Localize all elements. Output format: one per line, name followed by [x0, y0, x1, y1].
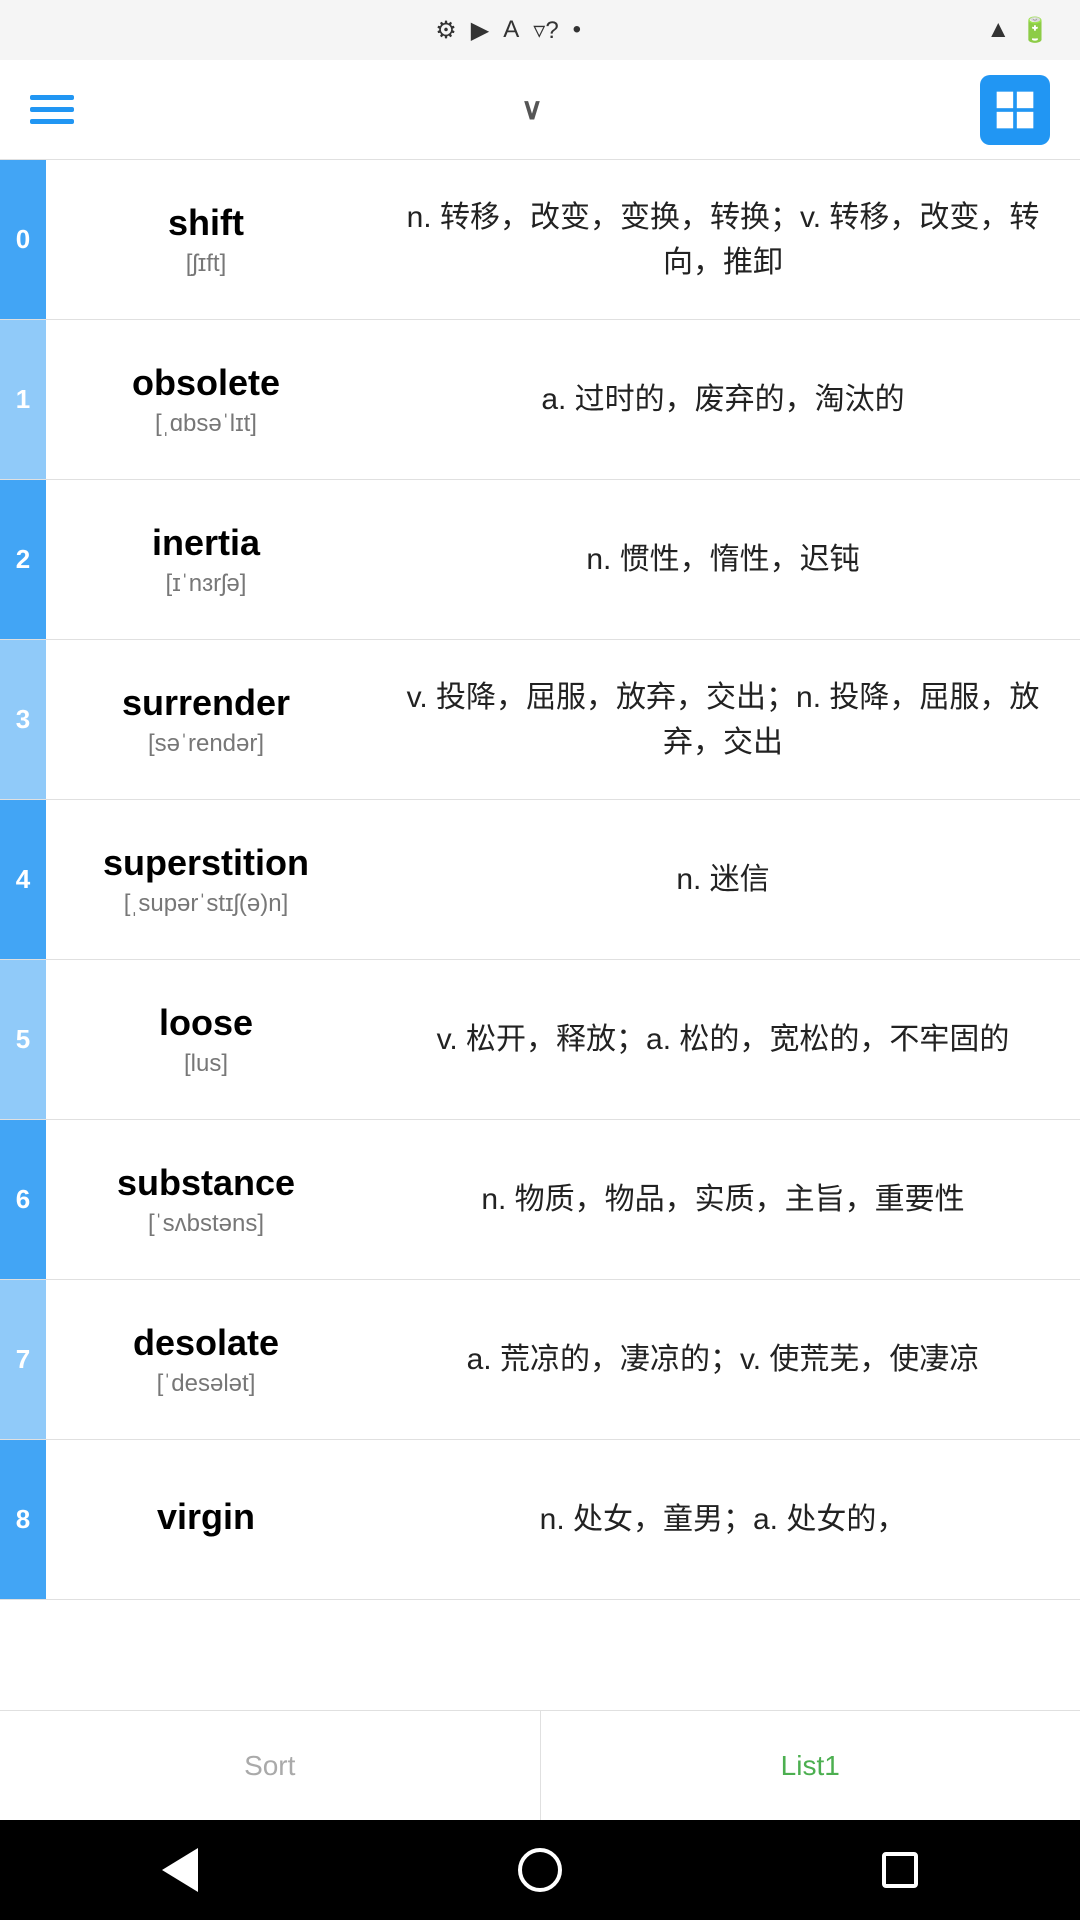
- word-text: substance: [117, 1162, 295, 1204]
- word-english: desolate [ˈdesələt]: [46, 1280, 366, 1439]
- back-button[interactable]: [150, 1840, 210, 1900]
- word-row[interactable]: 8 virgin n. 处女，童男；a. 处女的，: [0, 1440, 1080, 1600]
- word-english: virgin: [46, 1440, 366, 1599]
- word-english: inertia [ɪˈnɜrʃə]: [46, 480, 366, 639]
- word-english: surrender [səˈrendər]: [46, 640, 366, 799]
- chevron-down-icon: ∨: [521, 92, 543, 127]
- word-phonetic: [lus]: [184, 1050, 228, 1078]
- word-definition: n. 惯性，惰性，迟钝: [366, 480, 1080, 639]
- menu-button[interactable]: [30, 95, 74, 124]
- word-definition: v. 投降，屈服，放弃，交出；n. 投降，屈服，放弃，交出: [366, 640, 1080, 799]
- dot-icon: •: [573, 16, 581, 44]
- word-row[interactable]: 4 superstition [ˌsupərˈstɪʃ(ə)n] n. 迷信: [0, 800, 1080, 960]
- day-selector[interactable]: ∨: [511, 92, 543, 127]
- word-english: obsolete [ˌɑbsəˈlɪt]: [46, 320, 366, 479]
- word-definition: n. 迷信: [366, 800, 1080, 959]
- word-text: surrender: [122, 682, 290, 724]
- word-definition: a. 过时的，废弃的，淘汰的: [366, 320, 1080, 479]
- word-row[interactable]: 5 loose [lus] v. 松开，释放；a. 松的，宽松的，不牢固的: [0, 960, 1080, 1120]
- word-phonetic: [səˈrendər]: [148, 730, 264, 758]
- word-index: 2: [0, 480, 46, 639]
- word-text: virgin: [157, 1496, 255, 1538]
- word-definition: n. 处女，童男；a. 处女的，: [366, 1440, 1080, 1599]
- word-english: shift [ʃɪft]: [46, 160, 366, 319]
- word-text: loose: [159, 1002, 253, 1044]
- battery-icon: 🔋: [1020, 16, 1050, 45]
- word-phonetic: [ˌɑbsəˈlɪt]: [155, 410, 257, 438]
- word-definition: n. 转移，改变，变换，转换；v. 转移，改变，转向，推卸: [366, 160, 1080, 319]
- word-index: 6: [0, 1120, 46, 1279]
- android-nav: [0, 1820, 1080, 1920]
- status-icons: ⚙ ▶ A ▿? •: [435, 16, 581, 45]
- word-text: superstition: [103, 842, 309, 884]
- word-phonetic: [ˈdesələt]: [157, 1370, 256, 1398]
- status-bar: ⚙ ▶ A ▿? • ▲ 🔋: [0, 0, 1080, 60]
- word-text: inertia: [152, 522, 260, 564]
- word-index: 7: [0, 1280, 46, 1439]
- word-index: 0: [0, 160, 46, 319]
- word-index: 8: [0, 1440, 46, 1599]
- signal-icon: ▲: [986, 16, 1010, 44]
- word-phonetic: [ʃɪft]: [186, 250, 227, 278]
- bottom-tab-list1[interactable]: List1: [541, 1711, 1080, 1820]
- word-phonetic: [ˈsʌbstəns]: [148, 1210, 264, 1238]
- status-right: ▲ 🔋: [986, 16, 1050, 45]
- play-icon: ▶: [471, 16, 489, 45]
- word-index: 4: [0, 800, 46, 959]
- recents-button[interactable]: [870, 1840, 930, 1900]
- bottom-tab-sort[interactable]: Sort: [0, 1711, 541, 1820]
- word-row[interactable]: 1 obsolete [ˌɑbsəˈlɪt] a. 过时的，废弃的，淘汰的: [0, 320, 1080, 480]
- nav-center: ∨: [491, 92, 563, 127]
- tab-label: Sort: [244, 1750, 295, 1782]
- word-list: 0 shift [ʃɪft] n. 转移，改变，变换，转换；v. 转移，改变，转向，推…: [0, 160, 1080, 1710]
- word-row[interactable]: 2 inertia [ɪˈnɜrʃə] n. 惯性，惰性，迟钝: [0, 480, 1080, 640]
- word-text: obsolete: [132, 362, 280, 404]
- word-text: shift: [168, 202, 244, 244]
- word-definition: v. 松开，释放；a. 松的，宽松的，不牢固的: [366, 960, 1080, 1119]
- word-row[interactable]: 3 surrender [səˈrendər] v. 投降，屈服，放弃，交出；n. 投…: [0, 640, 1080, 800]
- font-icon: A: [503, 16, 519, 44]
- word-index: 3: [0, 640, 46, 799]
- word-index: 5: [0, 960, 46, 1119]
- word-phonetic: [ˌsupərˈstɪʃ(ə)n]: [124, 890, 289, 918]
- word-index: 1: [0, 320, 46, 479]
- word-english: superstition [ˌsupərˈstɪʃ(ə)n]: [46, 800, 366, 959]
- word-phonetic: [ɪˈnɜrʃə]: [166, 570, 247, 598]
- word-english: loose [lus]: [46, 960, 366, 1119]
- gear-icon: ⚙: [435, 16, 457, 45]
- home-button[interactable]: [510, 1840, 570, 1900]
- word-text: desolate: [133, 1322, 279, 1364]
- word-definition: n. 物质，物品，实质，主旨，重要性: [366, 1120, 1080, 1279]
- word-definition: a. 荒凉的，凄凉的；v. 使荒芜，使凄凉: [366, 1280, 1080, 1439]
- word-row[interactable]: 7 desolate [ˈdesələt] a. 荒凉的，凄凉的；v. 使荒芜，使凄凉: [0, 1280, 1080, 1440]
- view-toggle-button[interactable]: [980, 75, 1050, 145]
- word-row[interactable]: 0 shift [ʃɪft] n. 转移，改变，变换，转换；v. 转移，改变，转向，推…: [0, 160, 1080, 320]
- top-nav: ∨: [0, 60, 1080, 160]
- tab-label: List1: [781, 1750, 840, 1782]
- bottom-tabs: Sort List1: [0, 1710, 1080, 1820]
- wifi-icon: ▿?: [533, 16, 558, 45]
- word-row[interactable]: 6 substance [ˈsʌbstəns] n. 物质，物品，实质，主旨，重要性: [0, 1120, 1080, 1280]
- word-english: substance [ˈsʌbstəns]: [46, 1120, 366, 1279]
